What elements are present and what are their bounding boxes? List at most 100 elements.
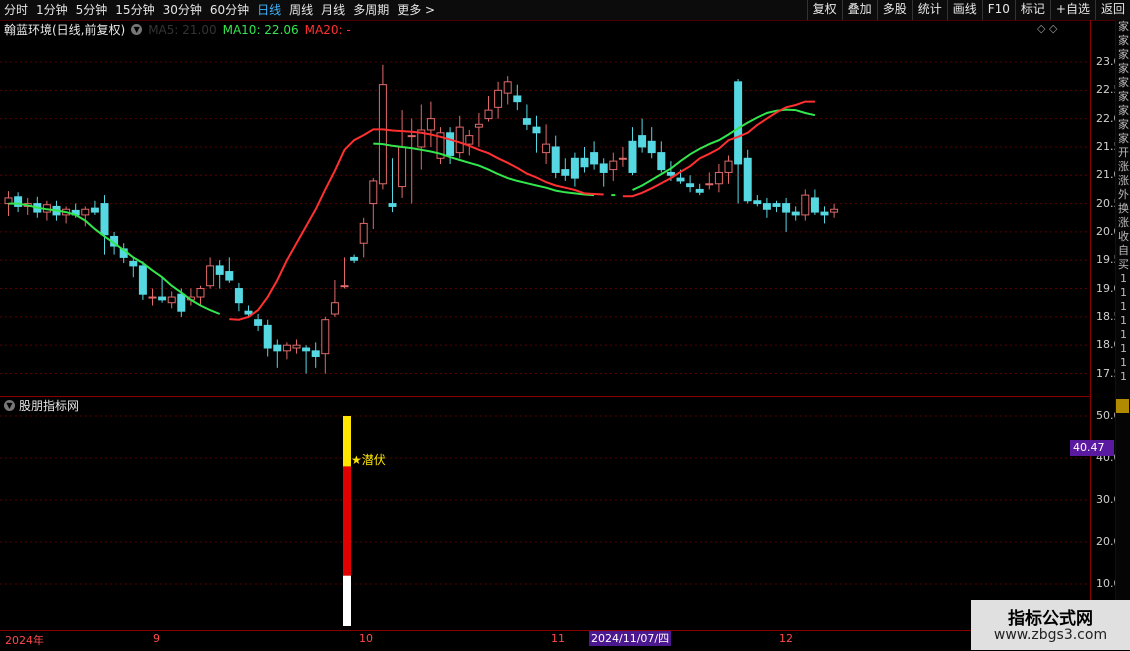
time-axis: 2024年 9 10 11 12 xyxy=(0,630,1090,651)
xaxis-label: 11 xyxy=(551,632,565,645)
candle-body xyxy=(772,203,781,207)
candle-body xyxy=(215,265,224,275)
right-strip-char: 家 xyxy=(1118,90,1129,103)
candle-body xyxy=(100,203,109,236)
ma20-line xyxy=(229,128,604,321)
candle-body xyxy=(446,132,455,156)
right-strip-char: 开 xyxy=(1118,146,1129,159)
right-strip-char: 1 xyxy=(1120,314,1127,327)
candle-body xyxy=(340,285,349,288)
right-strip-char: 家 xyxy=(1118,118,1129,131)
candle-body xyxy=(686,183,695,188)
right-strip-char: 换 xyxy=(1118,202,1129,215)
candle-body xyxy=(714,171,723,185)
candle-body xyxy=(81,208,90,216)
right-strip-char: 1 xyxy=(1120,356,1127,369)
candle-body xyxy=(225,271,234,281)
candle-body xyxy=(234,288,243,304)
candle-body xyxy=(647,140,656,154)
xaxis-label: 2024年 xyxy=(5,634,44,647)
candle-body xyxy=(330,302,339,315)
candle-body xyxy=(302,347,311,352)
candle-body xyxy=(618,157,627,160)
candle-body xyxy=(570,157,579,179)
chevron-down-icon[interactable]: ▼ xyxy=(4,400,15,411)
candle-body xyxy=(282,344,291,352)
candle-body xyxy=(753,200,762,205)
right-strip-char: 1 xyxy=(1120,328,1127,341)
candle-body xyxy=(599,163,608,173)
right-strip-char: 家 xyxy=(1118,48,1129,61)
candle-body xyxy=(820,211,829,216)
candle-body xyxy=(177,293,186,312)
signal-bar-segment xyxy=(343,416,351,467)
candle-body xyxy=(138,265,147,295)
candle-body xyxy=(734,81,743,165)
candle-body xyxy=(465,135,474,145)
ma10-line xyxy=(8,202,221,315)
candlestick-chart[interactable] xyxy=(0,0,1130,650)
candle-body xyxy=(503,81,512,94)
right-strip-marker xyxy=(1116,399,1129,413)
price-axis-line xyxy=(1090,20,1091,632)
candle-body xyxy=(590,152,599,165)
candle-body xyxy=(551,146,560,173)
right-strip-char: 涨 xyxy=(1118,216,1129,229)
watermark-url: www.zbgs3.com xyxy=(993,627,1108,643)
signal-label: ★潜伏 xyxy=(351,453,386,467)
candle-body xyxy=(206,265,215,287)
candle-body xyxy=(148,296,157,299)
candle-body xyxy=(369,180,378,205)
right-info-strip[interactable]: 家家家家家家家家家开涨涨外换涨收自买11111111 xyxy=(1115,20,1130,630)
candle-body xyxy=(782,203,791,213)
cursor-date-badge: 2024/11/07/四 xyxy=(589,631,672,646)
right-strip-char: 1 xyxy=(1120,272,1127,285)
watermark-title: 指标公式网 xyxy=(1008,609,1093,629)
candle-body xyxy=(494,89,503,108)
xaxis-label: 10 xyxy=(359,632,373,645)
candle-body xyxy=(311,350,320,358)
candle-body xyxy=(705,183,714,186)
right-strip-char: 外 xyxy=(1118,188,1129,201)
xaxis-label: 12 xyxy=(779,632,793,645)
right-strip-char: 1 xyxy=(1120,286,1127,299)
candle-body xyxy=(263,324,272,349)
signal-bar-segment xyxy=(343,575,351,626)
pane-separator[interactable] xyxy=(0,396,1090,397)
right-strip-char: 1 xyxy=(1120,300,1127,313)
right-strip-char: 家 xyxy=(1118,62,1129,75)
right-strip-char: 买 xyxy=(1118,258,1129,271)
indicator-value-badge: 40.47 xyxy=(1070,440,1114,456)
candle-body xyxy=(398,146,407,188)
right-strip-char: 1 xyxy=(1120,342,1127,355)
candle-body xyxy=(158,296,167,301)
candle-body xyxy=(273,344,282,352)
candle-body xyxy=(167,296,176,304)
candle-body xyxy=(561,169,570,176)
candle-body xyxy=(474,123,483,128)
candle-body xyxy=(350,256,359,261)
candle-body xyxy=(513,95,522,103)
candle-body xyxy=(426,118,435,131)
right-strip-char: 收 xyxy=(1118,230,1129,243)
candle-body xyxy=(254,319,263,326)
candle-body xyxy=(801,194,810,216)
candle-body xyxy=(695,188,704,193)
candle-body xyxy=(609,160,618,171)
right-strip-char: 家 xyxy=(1118,34,1129,47)
candle-body xyxy=(791,211,800,216)
candle-body xyxy=(484,109,493,120)
candle-body xyxy=(455,126,464,154)
right-strip-char: 家 xyxy=(1118,132,1129,145)
indicator-title[interactable]: 股朋指标网 xyxy=(19,398,79,414)
candle-body xyxy=(542,143,551,154)
candle-body xyxy=(810,197,819,213)
candle-body xyxy=(407,135,416,138)
candle-body xyxy=(657,152,666,171)
candle-body xyxy=(830,208,839,213)
candle-body xyxy=(724,160,733,173)
candle-body xyxy=(666,171,675,176)
right-strip-char: 涨 xyxy=(1118,160,1129,173)
candle-body xyxy=(522,118,531,125)
right-strip-char: 1 xyxy=(1120,370,1127,383)
